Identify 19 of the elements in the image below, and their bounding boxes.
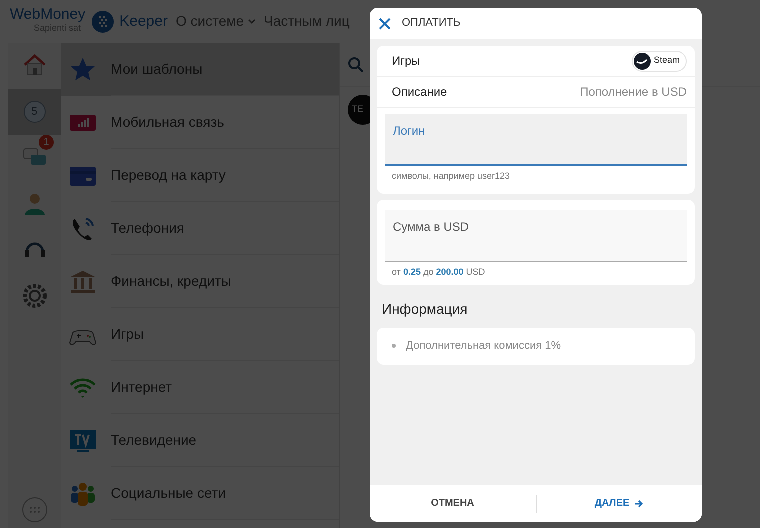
- brand-name: WebMoney: [10, 7, 86, 22]
- info-text: Дополнительная комиссия 1%: [406, 339, 561, 354]
- input-field[interactable]: Логин: [385, 114, 687, 166]
- arrow-right-icon: [634, 498, 644, 508]
- dialog-button[interactable]: ОТМЕНА: [370, 485, 536, 522]
- close-icon[interactable]: [378, 16, 392, 30]
- field-value: Пополнение в USD: [580, 84, 687, 101]
- product-name: Keeper: [120, 14, 168, 29]
- field-label: Описание: [392, 84, 448, 101]
- dialog-title: ОПЛАТИТЬ: [402, 16, 461, 32]
- dialog-button[interactable]: ДАЛЕЕ: [536, 485, 702, 522]
- section-heading: Информация: [381, 300, 469, 319]
- bullet-icon: [392, 344, 396, 348]
- input-field[interactable]: Сумма в USD: [385, 210, 687, 262]
- hint-text: символы, например user123: [391, 170, 512, 183]
- field-label: Игры: [392, 53, 420, 70]
- steam-logo-icon: [634, 52, 651, 70]
- hint-text: от 0.25 до 200.00 USD: [391, 266, 486, 279]
- game-chip: Steam: [632, 50, 687, 72]
